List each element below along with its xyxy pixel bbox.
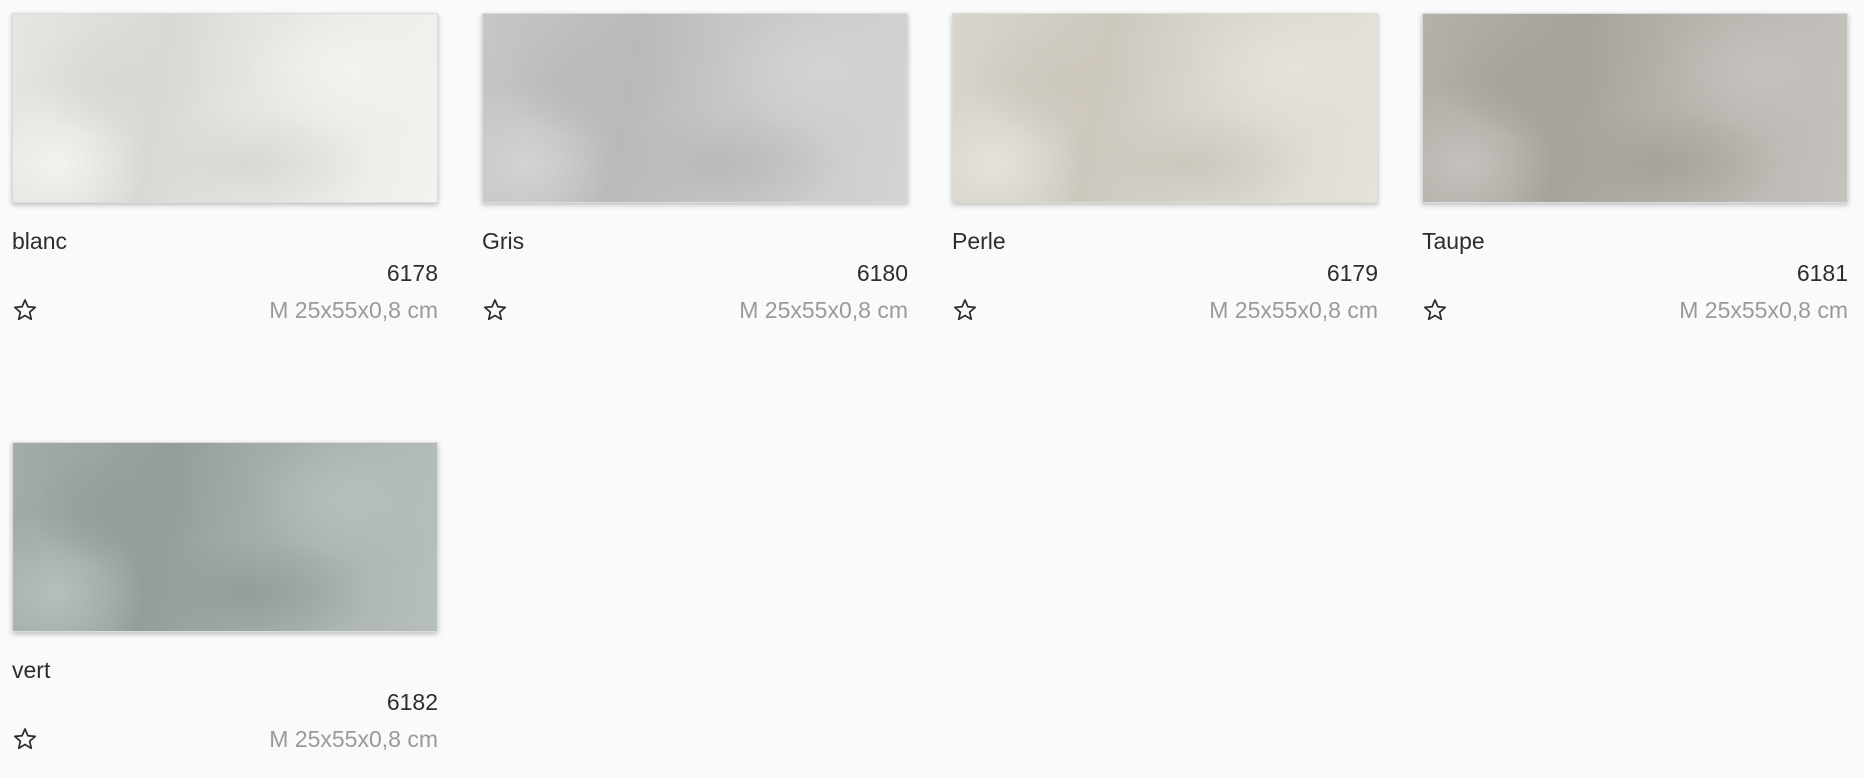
tile-image[interactable] (12, 442, 438, 632)
tile-image[interactable] (482, 13, 908, 203)
tile-card[interactable]: blanc 6178 M 25x55x0,8 cm (12, 13, 438, 325)
star-outline-icon[interactable] (1422, 297, 1448, 323)
star-outline-icon[interactable] (12, 297, 38, 323)
tile-code: 6178 (386, 260, 438, 286)
tile-card[interactable]: vert 6182 M 25x55x0,8 cm (12, 442, 438, 754)
star-outline-icon[interactable] (12, 726, 38, 752)
tile-name: blanc (12, 228, 67, 254)
tile-size: M 25x55x0,8 cm (1209, 296, 1378, 323)
tile-texture (483, 14, 907, 202)
tile-footer: M 25x55x0,8 cm (952, 295, 1378, 325)
tile-size: M 25x55x0,8 cm (269, 725, 438, 752)
tile-footer: M 25x55x0,8 cm (12, 295, 438, 325)
tile-size: M 25x55x0,8 cm (739, 296, 908, 323)
tile-grid: blanc 6178 M 25x55x0,8 cm Gris 6180 M 25… (0, 0, 1864, 778)
star-outline-icon[interactable] (482, 297, 508, 323)
tile-image[interactable] (12, 13, 438, 203)
tile-code: 6179 (1326, 260, 1378, 286)
tile-texture (13, 443, 437, 631)
tile-texture (1423, 14, 1847, 202)
tile-name: Taupe (1422, 228, 1485, 254)
star-outline-icon[interactable] (952, 297, 978, 323)
tile-image[interactable] (952, 13, 1378, 203)
tile-texture (13, 14, 437, 202)
tile-size: M 25x55x0,8 cm (269, 296, 438, 323)
tile-name: vert (12, 657, 51, 683)
tile-name: Gris (482, 228, 525, 254)
tile-footer: M 25x55x0,8 cm (1422, 295, 1848, 325)
tile-card[interactable]: Gris 6180 M 25x55x0,8 cm (482, 13, 908, 325)
tile-card[interactable]: Perle 6179 M 25x55x0,8 cm (952, 13, 1378, 325)
tile-image[interactable] (1422, 13, 1848, 203)
tile-code: 6182 (386, 689, 438, 715)
tile-footer: M 25x55x0,8 cm (482, 295, 908, 325)
tile-code: 6180 (856, 260, 908, 286)
tile-code: 6181 (1796, 260, 1848, 286)
tile-name: Perle (952, 228, 1006, 254)
tile-card[interactable]: Taupe 6181 M 25x55x0,8 cm (1422, 13, 1848, 325)
tile-footer: M 25x55x0,8 cm (12, 724, 438, 754)
tile-texture (953, 14, 1377, 202)
tile-size: M 25x55x0,8 cm (1679, 296, 1848, 323)
